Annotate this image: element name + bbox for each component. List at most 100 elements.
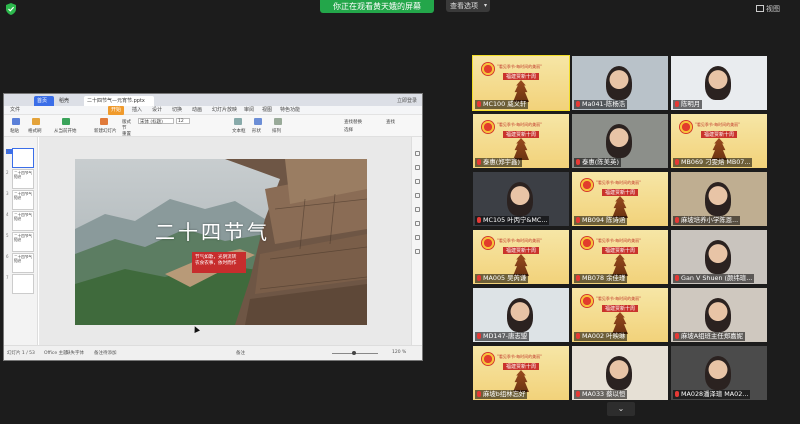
participant-tile[interactable]: MC105 叶丙宁&MC... xyxy=(473,172,569,226)
participant-tile[interactable]: "看见季节·每时间的美丽" 福建贾新十周 MA005 吴芮谦 xyxy=(473,230,569,284)
tab-home[interactable]: 首页 xyxy=(34,96,54,106)
participant-tile[interactable]: Ma041-陈杨浩 xyxy=(572,56,668,110)
participant-tile[interactable]: 陈明月 xyxy=(671,56,767,110)
gallery-view-button[interactable]: 视图 xyxy=(756,4,780,14)
chevron-down-icon: ⌄ xyxy=(617,404,625,413)
participant-tile[interactable]: "看见季节·每时间的美丽" 福建贾新十周 MA002 叶映琳 xyxy=(572,288,668,342)
slide-thumbnail[interactable]: 二十四节气知识 xyxy=(12,169,34,189)
play-icon[interactable] xyxy=(62,118,70,125)
participant-tile[interactable]: MA033 蔡以恒 xyxy=(572,346,668,400)
font-size-select[interactable]: 12 xyxy=(176,118,190,124)
participant-name: MB078 余佳瑾 xyxy=(574,274,628,283)
shape-icon[interactable] xyxy=(254,118,262,125)
participant-name-text: MA002 叶映琳 xyxy=(582,332,626,340)
slide-thumbnail[interactable]: 二十四节气知识 xyxy=(12,211,34,231)
participant-name-text: MD147-唐志盟 xyxy=(483,332,528,340)
participant-tile[interactable]: "看见季节·每时间的美丽" 福建贾新十周 麻坡b组林忘好 xyxy=(473,346,569,400)
new-slide-icon[interactable] xyxy=(100,118,108,125)
poster-line-2: 福建贾新十周 xyxy=(602,247,639,254)
menu-transition[interactable]: 切换 xyxy=(172,106,182,115)
tab-file[interactable]: 二十四节气—元宵节.pptx xyxy=(84,96,154,106)
slide-thumbnail[interactable]: 二十四节气知识 xyxy=(12,253,34,273)
menu-home[interactable]: 开始 xyxy=(108,106,125,115)
tab-docer[interactable]: 稻壳 xyxy=(56,96,82,106)
emblem-icon xyxy=(580,178,594,192)
textbox-icon[interactable] xyxy=(234,118,242,125)
menu-file[interactable]: 文件 xyxy=(10,106,20,115)
participant-tile[interactable]: "看见季节·每时间的美丽" 福建贾新十周 MC100 威义轩 xyxy=(472,55,570,111)
menu-slideshow[interactable]: 幻灯片放映 xyxy=(212,106,237,115)
search-label[interactable]: 查找 xyxy=(386,119,395,125)
participant-name-text: 麻坡b组林忘好 xyxy=(483,390,526,398)
layers-icon[interactable] xyxy=(415,221,420,226)
thumb-text: 二十四节气知识 xyxy=(14,192,32,200)
poster-line-1: "看见季节·每时间的美丽" xyxy=(596,180,641,185)
thumb-text: 二十四节气知识 xyxy=(14,255,32,263)
participant-video xyxy=(606,66,632,100)
participant-tile[interactable]: 泰惠(陈美英) xyxy=(572,114,668,168)
thumb-number: 4 xyxy=(6,212,9,217)
find-replace-label[interactable]: 查找替换 xyxy=(344,119,362,125)
thumb-text: 二十四节气知识 xyxy=(14,171,32,179)
menu-review[interactable]: 审阅 xyxy=(244,106,254,115)
notes-toggle[interactable]: 备注 xyxy=(236,350,245,356)
thumb-number: 6 xyxy=(6,254,9,259)
participant-tile[interactable]: "看见季节·每时间的美丽" 福建贾新十周 MB069 刁雯熔 MB07... xyxy=(671,114,767,168)
caption-line-2: 农食农事，依时而作 xyxy=(195,261,237,266)
participant-name: 陈明月 xyxy=(673,100,703,109)
property-icon[interactable] xyxy=(415,151,420,156)
mic-muted-icon xyxy=(477,333,481,339)
menu-insert[interactable]: 插入 xyxy=(132,106,142,115)
select-label[interactable]: 选择 xyxy=(344,127,353,133)
participant-name: 麻坡b组林忘好 xyxy=(475,390,528,399)
notes-status: 备注待添加 xyxy=(94,351,117,356)
view-options-button[interactable]: 查看选项 ▾ xyxy=(446,0,490,12)
participant-tile[interactable]: Gan V Shuen (颜纬瑄... xyxy=(671,230,767,284)
arrange-icon[interactable] xyxy=(274,118,282,125)
font-family-select[interactable]: 宋体 (标题) xyxy=(138,118,174,125)
login-link[interactable]: 立即登录 xyxy=(394,96,420,106)
gallery-view-label: 视图 xyxy=(766,5,780,13)
design-icon[interactable] xyxy=(415,193,420,198)
share-icon[interactable] xyxy=(415,235,420,240)
textbox-label: 文本框 xyxy=(232,129,246,134)
slide-thumbnail[interactable]: 二十四节气知识 xyxy=(12,190,34,210)
format-painter-icon[interactable] xyxy=(32,118,40,125)
poster-line-1: "看见季节·每时间的美丽" xyxy=(497,122,542,127)
start-slideshow-label: 从当前开始 xyxy=(54,129,77,134)
help-icon[interactable] xyxy=(415,249,420,254)
participant-video xyxy=(705,298,731,332)
menu-view[interactable]: 视图 xyxy=(262,106,272,115)
panel-view-toggle[interactable] xyxy=(6,139,34,154)
poster-line-2: 福建贾新十周 xyxy=(503,73,540,80)
participant-tile[interactable]: "看见季节·每时间的美丽" 福建贾新十周 泰惠(郑宇鑫) xyxy=(473,114,569,168)
slide-thumbnail[interactable] xyxy=(12,148,34,168)
menu-animation[interactable]: 动画 xyxy=(192,106,202,115)
slide-thumbnail[interactable]: 二十四节气知识 xyxy=(12,232,34,252)
scroll-down-button[interactable]: ⌄ xyxy=(607,402,635,416)
poster-line-2: 福建贾新十周 xyxy=(503,247,540,254)
slide-thumbnail[interactable] xyxy=(12,274,34,294)
chevron-down-icon: ▾ xyxy=(483,2,487,9)
participant-tile[interactable]: "看见季节·每时间的美丽" 福建贾新十周 MB078 余佳瑾 xyxy=(572,230,668,284)
participant-tile[interactable]: "看见季节·每时间的美丽" 福建贾新十周 MB094 陈诗涵 xyxy=(572,172,668,226)
menu-special[interactable]: 特色功能 xyxy=(280,106,300,115)
menu-design[interactable]: 设计 xyxy=(152,106,162,115)
font-size-value: 12 xyxy=(178,119,184,124)
mic-muted-icon xyxy=(576,391,580,397)
participant-tile[interactable]: MD147-唐志盟 xyxy=(473,288,569,342)
shield-icon[interactable] xyxy=(6,3,16,15)
transition-icon[interactable] xyxy=(415,179,420,184)
poster-line-1: "看见季节·每时间的美丽" xyxy=(497,64,542,69)
paste-icon[interactable] xyxy=(12,118,20,125)
animation-icon[interactable] xyxy=(415,165,420,170)
participant-tile[interactable]: 麻坡培养小学陈恩... xyxy=(671,172,767,226)
missing-font-indicator[interactable]: 缺失字体 xyxy=(66,350,84,356)
emblem-icon xyxy=(481,352,495,366)
theme-name: Office 主题 xyxy=(44,351,68,356)
participant-tile[interactable]: 麻坡A组班主任郑嘉妮 xyxy=(671,288,767,342)
picture-icon[interactable] xyxy=(415,207,420,212)
zoom-slider-handle[interactable] xyxy=(352,351,356,355)
participant-tile[interactable]: MA028潘泽瑄 MA02... xyxy=(671,346,767,400)
thumb-text: 二十四节气知识 xyxy=(14,234,32,242)
